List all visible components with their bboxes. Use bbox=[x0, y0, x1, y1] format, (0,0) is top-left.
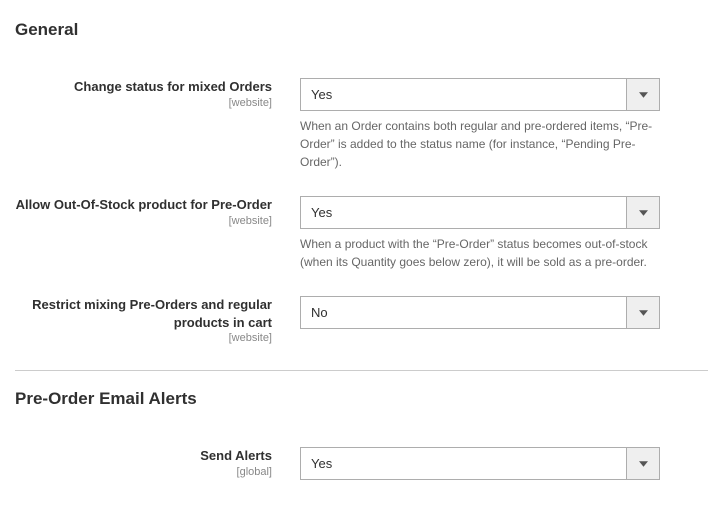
select-value: Yes bbox=[301, 448, 626, 479]
section-title-general: General bbox=[15, 20, 708, 50]
field-control-col: Yes When an Order contains both regular … bbox=[300, 78, 660, 171]
field-label: Restrict mixing Pre-Orders and regular p… bbox=[15, 296, 272, 331]
section-email-alerts: Pre-Order Email Alerts Send Alerts [glob… bbox=[15, 389, 708, 488]
field-row-send-alerts: Send Alerts [global] Yes bbox=[15, 447, 708, 480]
send-alerts-select[interactable]: Yes bbox=[300, 447, 660, 480]
field-control-col: No bbox=[300, 296, 660, 344]
field-label: Send Alerts bbox=[15, 447, 272, 465]
field-label: Change status for mixed Orders bbox=[15, 78, 272, 96]
field-control-col: Yes bbox=[300, 447, 660, 480]
field-scope: [website] bbox=[15, 332, 272, 344]
change-status-select[interactable]: Yes bbox=[300, 78, 660, 111]
chevron-down-icon bbox=[626, 79, 659, 110]
field-label: Allow Out-Of-Stock product for Pre-Order bbox=[15, 196, 272, 214]
field-note: When a product with the “Pre-Order” stat… bbox=[300, 235, 660, 271]
section-general: General Change status for mixed Orders [… bbox=[15, 20, 708, 352]
allow-oos-select[interactable]: Yes bbox=[300, 196, 660, 229]
restrict-mixing-select[interactable]: No bbox=[300, 296, 660, 329]
section-title-email-alerts: Pre-Order Email Alerts bbox=[15, 389, 708, 419]
select-value: Yes bbox=[301, 197, 626, 228]
field-scope: [global] bbox=[15, 466, 272, 478]
field-row-change-status: Change status for mixed Orders [website]… bbox=[15, 78, 708, 171]
field-label-col: Restrict mixing Pre-Orders and regular p… bbox=[15, 296, 300, 344]
field-note: When an Order contains both regular and … bbox=[300, 117, 660, 171]
field-row-restrict-mixing: Restrict mixing Pre-Orders and regular p… bbox=[15, 296, 708, 344]
field-row-allow-oos: Allow Out-Of-Stock product for Pre-Order… bbox=[15, 196, 708, 271]
section-divider bbox=[15, 370, 708, 371]
field-control-col: Yes When a product with the “Pre-Order” … bbox=[300, 196, 660, 271]
field-scope: [website] bbox=[15, 215, 272, 227]
chevron-down-icon bbox=[626, 197, 659, 228]
field-scope: [website] bbox=[15, 97, 272, 109]
chevron-down-icon bbox=[626, 448, 659, 479]
field-label-col: Allow Out-Of-Stock product for Pre-Order… bbox=[15, 196, 300, 271]
select-value: No bbox=[301, 297, 626, 328]
chevron-down-icon bbox=[626, 297, 659, 328]
field-label-col: Change status for mixed Orders [website] bbox=[15, 78, 300, 171]
field-label-col: Send Alerts [global] bbox=[15, 447, 300, 480]
select-value: Yes bbox=[301, 79, 626, 110]
